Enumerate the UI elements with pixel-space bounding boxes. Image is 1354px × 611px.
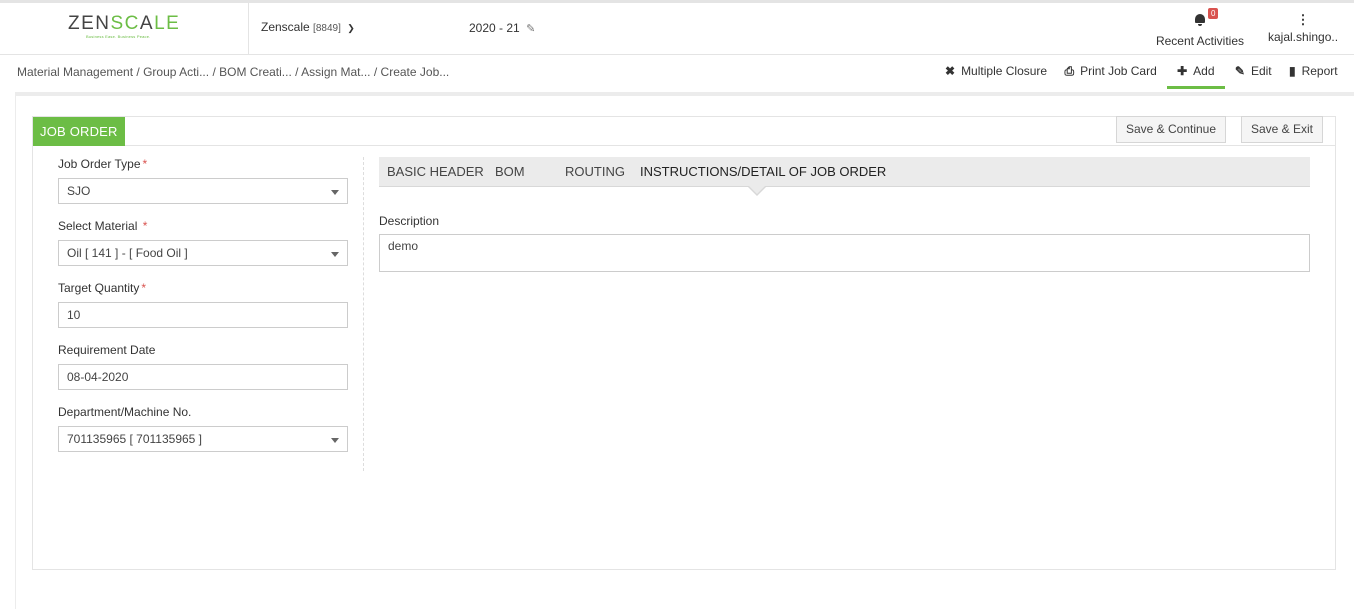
breadcrumb-item[interactable]: / Assign Mat... (295, 65, 370, 79)
requirement-date-field: Requirement Date 08-04-2020 (58, 343, 348, 390)
print-icon: ⎙ (1064, 64, 1075, 78)
notification-count-badge: 0 (1208, 8, 1219, 19)
tab-instructions[interactable]: INSTRUCTIONS/DETAIL OF JOB ORDER (640, 164, 886, 179)
action-toolbar: ✖ Multiple Closure ⎙ Print Job Card ✚ Add ✎… (938, 55, 1345, 89)
job-order-type-label: Job Order Type (58, 157, 141, 171)
file-icon: ▮ (1288, 64, 1296, 78)
job-order-type-field: Job Order Type * SJO (58, 157, 348, 204)
select-material-select[interactable]: Oil [ 141 ] - [ Food Oil ] (58, 240, 348, 266)
target-quantity-field: Target Quantity * 10 (58, 281, 348, 328)
add-label: Add (1193, 64, 1215, 78)
description-textarea[interactable]: demo (379, 234, 1310, 272)
tab-basic-header[interactable]: BASIC HEADER (387, 164, 484, 179)
report-button[interactable]: ▮ Report (1282, 55, 1345, 89)
target-quantity-input[interactable]: 10 (58, 302, 348, 328)
job-order-type-select[interactable]: SJO (58, 178, 348, 204)
breadcrumb-item[interactable]: Material Management (17, 65, 133, 79)
department-machine-value: 701135965 [ 701135965 ] (67, 432, 203, 446)
company-selector[interactable]: Zenscale [8849] ❯ (261, 20, 355, 34)
job-order-form: Job Order Type * SJO Select Material * Oi… (58, 157, 348, 467)
description-label: Description (379, 214, 440, 228)
edit-label: Edit (1250, 64, 1272, 78)
recent-activities-label: Recent Activities (1155, 34, 1245, 48)
caret-down-icon (331, 438, 339, 443)
column-separator (363, 157, 364, 471)
user-menu[interactable]: ⋮ kajal.shingo.. (1268, 12, 1339, 45)
caret-down-icon (331, 190, 339, 195)
add-button[interactable]: ✚ Add (1167, 55, 1225, 89)
save-exit-button[interactable]: Save & Exit (1241, 116, 1323, 143)
edit-icon[interactable]: ✎ (526, 23, 535, 35)
requirement-date-label: Requirement Date (58, 343, 156, 357)
target-quantity-label: Target Quantity (58, 281, 140, 295)
zenscale-logo[interactable]: ZENSCALE Business Ease. Business Peace. (68, 13, 181, 40)
select-material-label: Select Material (58, 219, 138, 233)
bell-icon (1194, 14, 1206, 28)
required-marker: * (142, 219, 148, 233)
print-job-card-label: Print Job Card (1080, 64, 1157, 78)
multiple-closure-label: Multiple Closure (961, 64, 1048, 78)
company-name: Zenscale (261, 20, 310, 34)
select-material-value: Oil [ 141 ] - [ Food Oil ] (67, 246, 188, 260)
print-job-card-button[interactable]: ⎙ Print Job Card (1057, 55, 1163, 89)
chevron-down-icon: ❯ (347, 23, 355, 33)
department-machine-field: Department/Machine No. 701135965 [ 70113… (58, 405, 348, 452)
job-order-tab: JOB ORDER (33, 117, 125, 146)
breadcrumb-item[interactable]: / Group Acti... (136, 65, 209, 79)
user-name: kajal.shingo.. (1268, 30, 1339, 44)
top-header: ZENSCALE Business Ease. Business Peace. … (0, 0, 1354, 55)
tab-bom[interactable]: BOM (495, 164, 525, 179)
card-header-divider (33, 145, 1335, 146)
select-material-field: Select Material * Oil [ 141 ] - [ Food O… (58, 219, 348, 266)
required-marker: * (142, 157, 148, 171)
department-machine-select[interactable]: 701135965 [ 701135965 ] (58, 426, 348, 452)
edit-button[interactable]: ✎ Edit (1228, 55, 1279, 89)
job-order-card: JOB ORDER Save & Continue Save & Exit Jo… (32, 116, 1336, 570)
recent-activities-button[interactable]: Recent Activities (1155, 10, 1245, 48)
department-machine-label: Department/Machine No. (58, 405, 192, 419)
kebab-menu-icon: ⋮ (1296, 12, 1310, 27)
breadcrumb-item: / Create Job... (373, 65, 450, 79)
fiscal-year-selector[interactable]: 2020 - 21 ✎ (469, 21, 535, 35)
edit-icon: ✎ (1234, 64, 1245, 78)
plus-icon: ✚ (1177, 64, 1188, 78)
breadcrumb: Material Management / Group Acti... / BO… (17, 65, 449, 79)
requirement-date-input[interactable]: 08-04-2020 (58, 364, 348, 390)
logo-tagline: Business Ease. Business Peace. (86, 34, 151, 39)
multiple-closure-button[interactable]: ✖ Multiple Closure (938, 55, 1054, 89)
tab-routing[interactable]: ROUTING (565, 164, 625, 179)
breadcrumb-item[interactable]: / BOM Creati... (212, 65, 291, 79)
detail-tabs: BASIC HEADER BOM ROUTING INSTRUCTIONS/DE… (379, 157, 1310, 196)
page-body: JOB ORDER Save & Continue Save & Exit Jo… (15, 92, 1354, 609)
caret-down-icon (331, 252, 339, 257)
logo-wordmark: ZENSCALE (68, 13, 181, 34)
save-continue-button[interactable]: Save & Continue (1116, 116, 1226, 143)
fiscal-year-label: 2020 - 21 (469, 21, 520, 35)
close-icon: ✖ (945, 64, 956, 78)
required-marker: * (141, 281, 147, 295)
report-label: Report (1301, 64, 1338, 78)
company-code: [8849] (313, 23, 341, 34)
job-order-type-value: SJO (67, 184, 91, 198)
header-divider (248, 3, 249, 55)
active-tab-pointer (748, 186, 766, 196)
breadcrumb-toolbar-row: Material Management / Group Acti... / BO… (0, 55, 1354, 89)
